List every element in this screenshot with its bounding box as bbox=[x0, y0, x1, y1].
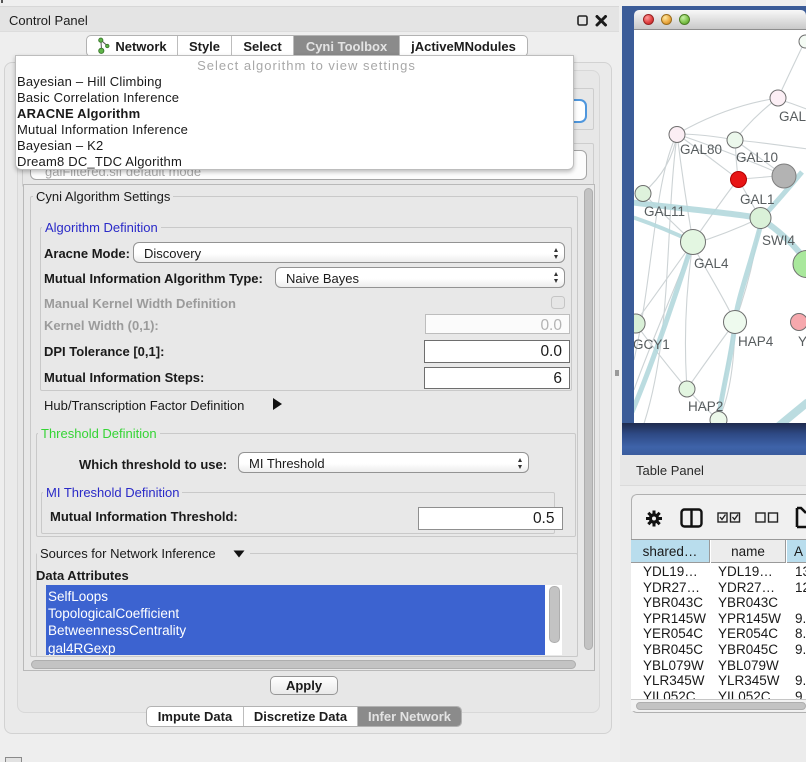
svg-text:SWI4: SWI4 bbox=[762, 233, 795, 248]
svg-text:YJ: YJ bbox=[798, 334, 806, 349]
svg-text:GAL11: GAL11 bbox=[644, 204, 685, 219]
svg-text:HAP2: HAP2 bbox=[688, 399, 723, 414]
svg-text:GAL1: GAL1 bbox=[740, 192, 775, 207]
svg-text:GCY1: GCY1 bbox=[634, 337, 670, 352]
svg-text:HAP4: HAP4 bbox=[738, 334, 774, 349]
svg-text:GAL4: GAL4 bbox=[694, 256, 729, 271]
svg-text:GAL80: GAL80 bbox=[680, 142, 722, 157]
svg-text:GAL10: GAL10 bbox=[736, 150, 778, 165]
svg-text:GAL7: GAL7 bbox=[779, 109, 806, 124]
